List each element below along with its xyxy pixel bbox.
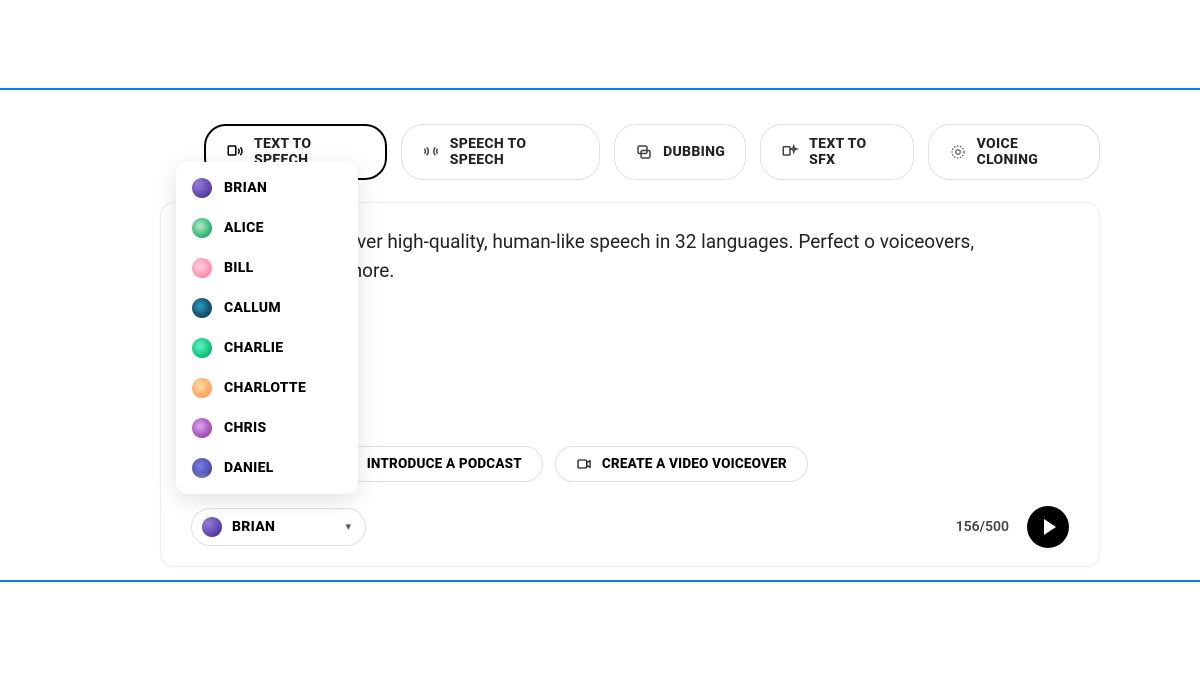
tab-text-to-sfx[interactable]: TEXT TO SFX	[760, 124, 914, 180]
avatar	[202, 517, 222, 537]
avatar	[192, 298, 212, 318]
voice-option-bill[interactable]: BILL	[176, 248, 358, 288]
voice-option-label: CHARLOTTE	[224, 380, 306, 396]
voice-option-label: ALICE	[224, 220, 264, 236]
avatar	[192, 258, 212, 278]
divider-bottom	[0, 580, 1200, 582]
voice-option-charlie[interactable]: CHARLIE	[176, 328, 358, 368]
voice-option-label: CALLUM	[224, 300, 281, 316]
dubbing-icon	[635, 143, 653, 161]
voice-option-charlotte[interactable]: CHARLOTTE	[176, 368, 358, 408]
voice-option-label: BILL	[224, 260, 254, 276]
voice-selected-label: BRIAN	[232, 519, 275, 535]
voice-option-brian[interactable]: BRIAN	[176, 168, 358, 208]
tab-label: SPEECH TO SPEECH	[450, 136, 579, 168]
play-icon	[1044, 519, 1056, 535]
voice-option-label: CHARLIE	[224, 340, 283, 356]
suggestion-video[interactable]: CREATE A VIDEO VOICEOVER	[555, 446, 808, 482]
chevron-down-icon: ▾	[345, 520, 351, 533]
voice-select[interactable]: BRIAN ▾	[191, 508, 366, 546]
sts-icon	[422, 143, 440, 161]
sfx-icon	[781, 143, 799, 161]
avatar	[192, 218, 212, 238]
voice-dropdown[interactable]: BRIAN ALICE BILL CALLUM CHARLIE CHARLOTT…	[176, 162, 358, 494]
tts-icon	[226, 143, 244, 161]
avatar	[192, 418, 212, 438]
tab-dubbing[interactable]: DUBBING	[614, 124, 746, 180]
cloning-icon	[949, 143, 967, 161]
video-icon	[576, 456, 592, 472]
voice-option-alice[interactable]: ALICE	[176, 208, 358, 248]
voice-option-label: DANIEL	[224, 460, 274, 476]
tab-label: TEXT TO SFX	[809, 136, 893, 168]
divider-top	[0, 88, 1200, 90]
avatar	[192, 178, 212, 198]
voice-option-daniel[interactable]: DANIEL	[176, 448, 358, 488]
avatar	[192, 378, 212, 398]
tab-label: DUBBING	[663, 144, 725, 160]
suggestion-label: INTRODUCE A PODCAST	[367, 456, 522, 472]
avatar	[192, 338, 212, 358]
play-button[interactable]	[1027, 506, 1069, 548]
tab-label: VOICE CLONING	[977, 136, 1079, 168]
tab-voice-cloning[interactable]: VOICE CLONING	[928, 124, 1100, 180]
suggestion-label: CREATE A VIDEO VOICEOVER	[602, 456, 787, 472]
voice-option-callum[interactable]: CALLUM	[176, 288, 358, 328]
bottom-row: BRIAN ▾ 156/500	[191, 506, 1069, 548]
voice-option-label: CHRIS	[224, 420, 266, 436]
tab-speech-to-speech[interactable]: SPEECH TO SPEECH	[401, 124, 600, 180]
avatar	[192, 458, 212, 478]
voice-option-label: BRIAN	[224, 180, 267, 196]
voice-option-chris[interactable]: CHRIS	[176, 408, 358, 448]
character-counter: 156/500	[956, 519, 1009, 535]
